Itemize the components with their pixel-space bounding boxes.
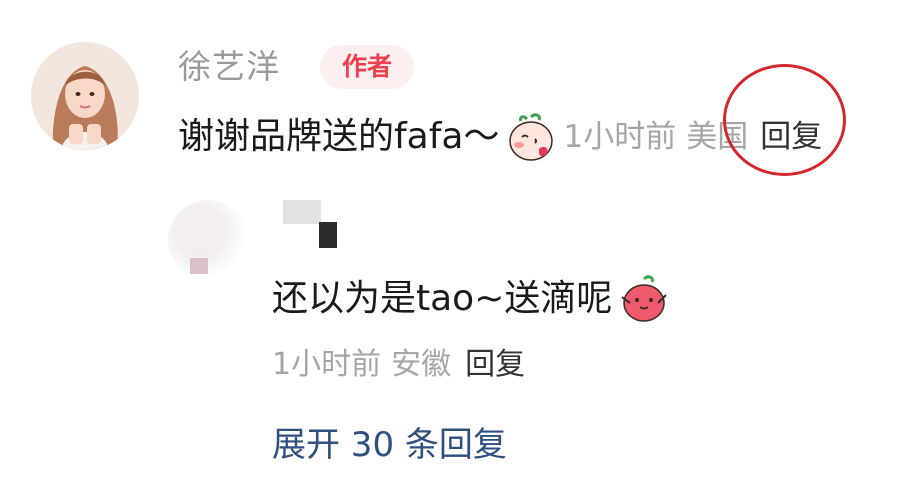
reply-reply-button[interactable]: 回复 bbox=[465, 338, 525, 392]
reply-author-name-redacted[interactable] bbox=[283, 200, 353, 250]
reply-time: 1小时前 bbox=[272, 347, 382, 382]
blushing-peach-icon bbox=[505, 111, 557, 163]
redaction-block bbox=[283, 200, 321, 224]
reply-location: 安徽 bbox=[391, 347, 452, 382]
author-name[interactable]: 徐艺洋 bbox=[178, 45, 280, 89]
peach-hug-icon bbox=[618, 273, 670, 325]
avatar-blur bbox=[190, 258, 208, 274]
expand-replies-link[interactable]: 展开 30 条回复 bbox=[272, 418, 507, 472]
reply-meta: 1小时前 安徽 回复 bbox=[272, 340, 525, 390]
annotation-circle bbox=[723, 64, 846, 176]
reply-line: 还以为是tao~送滴呢 bbox=[272, 272, 676, 326]
author-avatar[interactable] bbox=[31, 42, 139, 150]
author-badge: 作者 bbox=[320, 45, 414, 89]
comment-thread: 徐艺洋 作者 谢谢品牌送的fafa～ 1小时前 美国 回复 还以为是tao~送滴… bbox=[0, 0, 921, 493]
portrait-icon bbox=[31, 42, 139, 150]
comment-text: 谢谢品牌送的fafa～ bbox=[178, 116, 500, 157]
reply-text: 还以为是tao~送滴呢 bbox=[272, 278, 613, 319]
redaction-block bbox=[319, 222, 337, 248]
comment-time: 1小时前 bbox=[563, 119, 677, 155]
reply-avatar[interactable] bbox=[168, 200, 248, 280]
